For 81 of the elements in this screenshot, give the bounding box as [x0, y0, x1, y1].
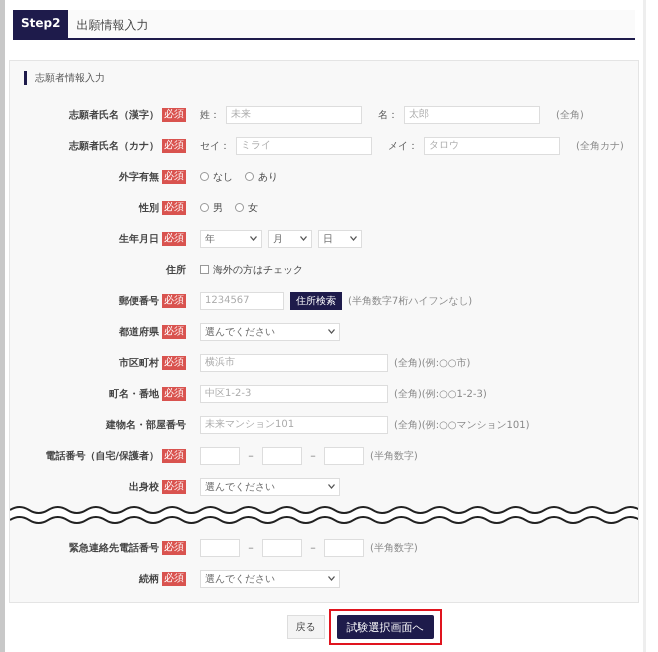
input-field[interactable]: [324, 538, 364, 556]
field-prefix: 名：: [378, 108, 398, 122]
field-prefix: 姓：: [200, 108, 220, 122]
field-note: (全角)(例:○○1-2-3): [394, 388, 487, 400]
field-label: 続柄: [139, 572, 159, 586]
address-search-button[interactable]: 住所検索: [290, 292, 342, 310]
dropdown[interactable]: 選んでください: [200, 478, 340, 496]
next-button[interactable]: 試験選択画面へ: [336, 615, 434, 639]
back-button[interactable]: 戻る: [286, 615, 324, 639]
field-label: 性別: [139, 202, 159, 214]
required-badge: 必須: [162, 294, 186, 308]
required-badge: 必須: [162, 480, 186, 494]
field-label: 郵便番号: [119, 294, 159, 308]
dropdown[interactable]: 月: [268, 230, 312, 248]
input-field[interactable]: 未来マンション101: [200, 416, 388, 434]
dropdown[interactable]: 年: [200, 230, 262, 248]
chevron-down-icon: [328, 484, 335, 489]
input-field[interactable]: タロウ: [424, 136, 560, 154]
field-label: 建物名・部屋番号: [106, 418, 186, 432]
field-label: 生年月日: [119, 232, 159, 246]
input-field[interactable]: 1234567: [200, 292, 284, 310]
input-field[interactable]: [324, 446, 364, 464]
field-label: 市区町村: [119, 356, 159, 370]
separator: －: [308, 542, 318, 554]
field-label: 都道府県: [119, 325, 159, 338]
field-label: 志願者氏名（カナ）: [69, 140, 159, 152]
required-badge: 必須: [162, 200, 186, 214]
input-field[interactable]: 横浜市: [200, 354, 388, 372]
input-field[interactable]: [262, 538, 302, 556]
required-badge: 必須: [162, 356, 186, 370]
field-note: (半角数字): [370, 450, 418, 462]
input-field[interactable]: 未来: [226, 106, 362, 124]
required-badge: 必須: [162, 108, 186, 122]
required-badge: 必須: [162, 386, 186, 400]
radio-option[interactable]: あり: [245, 170, 278, 184]
field-note: (全角カナ): [576, 140, 624, 152]
field-label: 町名・番地: [109, 388, 159, 400]
required-badge: 必須: [162, 324, 186, 338]
required-badge: 必須: [162, 170, 186, 184]
field-note: (半角数字): [370, 542, 418, 554]
field-note: (全角)(例:○○マンション101): [394, 418, 530, 432]
dropdown[interactable]: 選んでください: [200, 322, 340, 340]
section-title: 志願者情報入力: [24, 71, 638, 85]
field-note: (全角)(例:○○市): [394, 356, 470, 370]
field-note: (全角): [556, 108, 584, 122]
separator: －: [246, 542, 256, 554]
required-badge: 必須: [162, 232, 186, 246]
field-label: 住所: [166, 264, 186, 276]
input-field[interactable]: 太郎: [404, 106, 540, 124]
input-field[interactable]: [200, 538, 240, 556]
input-field[interactable]: 中区1-2-3: [200, 384, 388, 402]
chevron-down-icon: [350, 236, 357, 241]
field-label: 緊急連絡先電話番号: [69, 542, 159, 554]
required-badge: 必須: [162, 572, 186, 586]
radio-option[interactable]: なし: [200, 170, 233, 184]
checkbox[interactable]: 海外の方はチェック: [200, 262, 303, 276]
field-prefix: メイ：: [388, 140, 418, 152]
chevron-down-icon: [300, 236, 307, 241]
field-prefix: セイ：: [200, 140, 230, 152]
radio-option[interactable]: 男: [200, 200, 223, 214]
dropdown[interactable]: 選んでください: [200, 570, 340, 588]
required-badge: 必須: [162, 138, 186, 152]
field-label: 電話番号（自宅/保護者）: [45, 449, 159, 462]
field-label: 外字有無: [119, 170, 159, 184]
input-field[interactable]: [262, 446, 302, 464]
required-badge: 必須: [162, 540, 186, 554]
radio-option[interactable]: 女: [235, 200, 258, 214]
field-note: (半角数字7桁ハイフンなし): [348, 294, 472, 308]
field-label: 出身校: [129, 480, 159, 494]
input-field[interactable]: [200, 446, 240, 464]
chevron-down-icon: [328, 576, 335, 581]
required-badge: 必須: [162, 448, 186, 462]
step-badge: Step2: [13, 10, 68, 38]
separator: －: [246, 450, 256, 462]
chevron-down-icon: [250, 236, 257, 241]
chevron-down-icon: [328, 329, 335, 334]
dropdown[interactable]: 日: [318, 230, 362, 248]
field-label: 志願者氏名（漢字）: [69, 108, 159, 122]
input-field[interactable]: ミライ: [236, 136, 372, 154]
page-title: 出願情報入力: [75, 17, 150, 34]
separator: －: [308, 450, 318, 462]
